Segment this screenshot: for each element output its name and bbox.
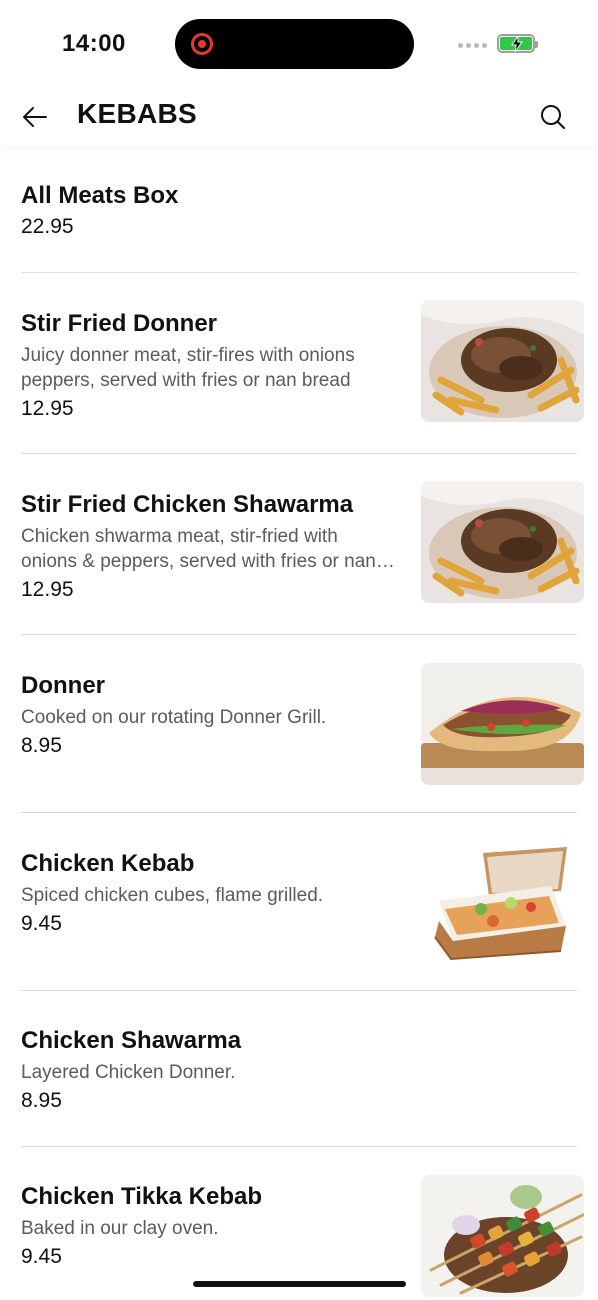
item-description: Chicken shwarma meat, stir-fried with on… [21, 526, 376, 572]
item-price: 9.45 [21, 1245, 62, 1268]
item-name: Stir Fried Chicken Shawarma [21, 491, 354, 518]
status-time: 14:00 [62, 30, 126, 57]
item-description: Cooked on our rotating Donner Grill. [21, 707, 327, 728]
home-indicator[interactable] [193, 1281, 406, 1287]
item-name: Chicken Kebab [21, 850, 195, 877]
arrow-left-icon [23, 107, 47, 127]
item-price: 8.95 [21, 734, 62, 757]
donner-pita-image [421, 663, 584, 785]
chicken-kebab-box-image [421, 841, 584, 963]
item-description: Spiced chicken cubes, flame grilled. [21, 885, 324, 906]
page-title: KEBABS [77, 98, 198, 129]
menu-item-chicken-tikka-kebab[interactable]: Chicken Tikka Kebab Baked in our clay ov… [0, 1147, 598, 1300]
item-name: All Meats Box [21, 182, 179, 209]
item-price: 9.45 [21, 912, 62, 935]
menu-item-donner[interactable]: Donner Cooked on our rotating Donner Gri… [0, 635, 598, 812]
menu-item-chicken-shawarma[interactable]: Chicken Shawarma Layered Chicken Donner.… [0, 991, 598, 1147]
chicken-shawarma-fries-image [421, 481, 584, 603]
item-name: Stir Fried Donner [21, 310, 218, 337]
item-price: 12.95 [21, 397, 74, 420]
item-name: Chicken Shawarma [21, 1027, 242, 1054]
signal-icon [458, 43, 490, 51]
menu-item-stir-fried-donner[interactable]: Stir Fried Donner Juicy donner meat, sti… [0, 273, 598, 454]
menu-item-stir-fried-chicken-shawarma[interactable]: Stir Fried Chicken Shawarma Chicken shwa… [0, 454, 598, 635]
status-bar: 14:00 [0, 0, 598, 88]
menu-item-all-meats-box[interactable]: All Meats Box 22.95 [0, 150, 598, 274]
app-header: KEBABS [0, 88, 598, 146]
dynamic-island [175, 19, 414, 69]
back-button[interactable] [20, 102, 50, 132]
item-name: Chicken Tikka Kebab [21, 1183, 262, 1210]
menu-item-chicken-kebab[interactable]: Chicken Kebab Spiced chicken cubes, flam… [0, 813, 598, 991]
search-button[interactable] [538, 102, 568, 132]
item-name: Donner [21, 672, 105, 699]
tikka-skewers-image [421, 1175, 584, 1297]
item-description: Baked in our clay oven. [21, 1218, 219, 1239]
charging-bolt-icon [511, 36, 523, 52]
search-icon [541, 105, 565, 129]
item-description: Layered Chicken Donner. [21, 1062, 236, 1083]
item-price: 12.95 [21, 578, 74, 601]
item-description: Juicy donner meat, stir-fires with onion… [21, 345, 355, 391]
donner-fries-image [421, 300, 584, 422]
recording-icon [191, 33, 213, 55]
item-price: 8.95 [21, 1089, 62, 1112]
battery-icon [497, 34, 538, 53]
item-price: 22.95 [21, 215, 74, 238]
